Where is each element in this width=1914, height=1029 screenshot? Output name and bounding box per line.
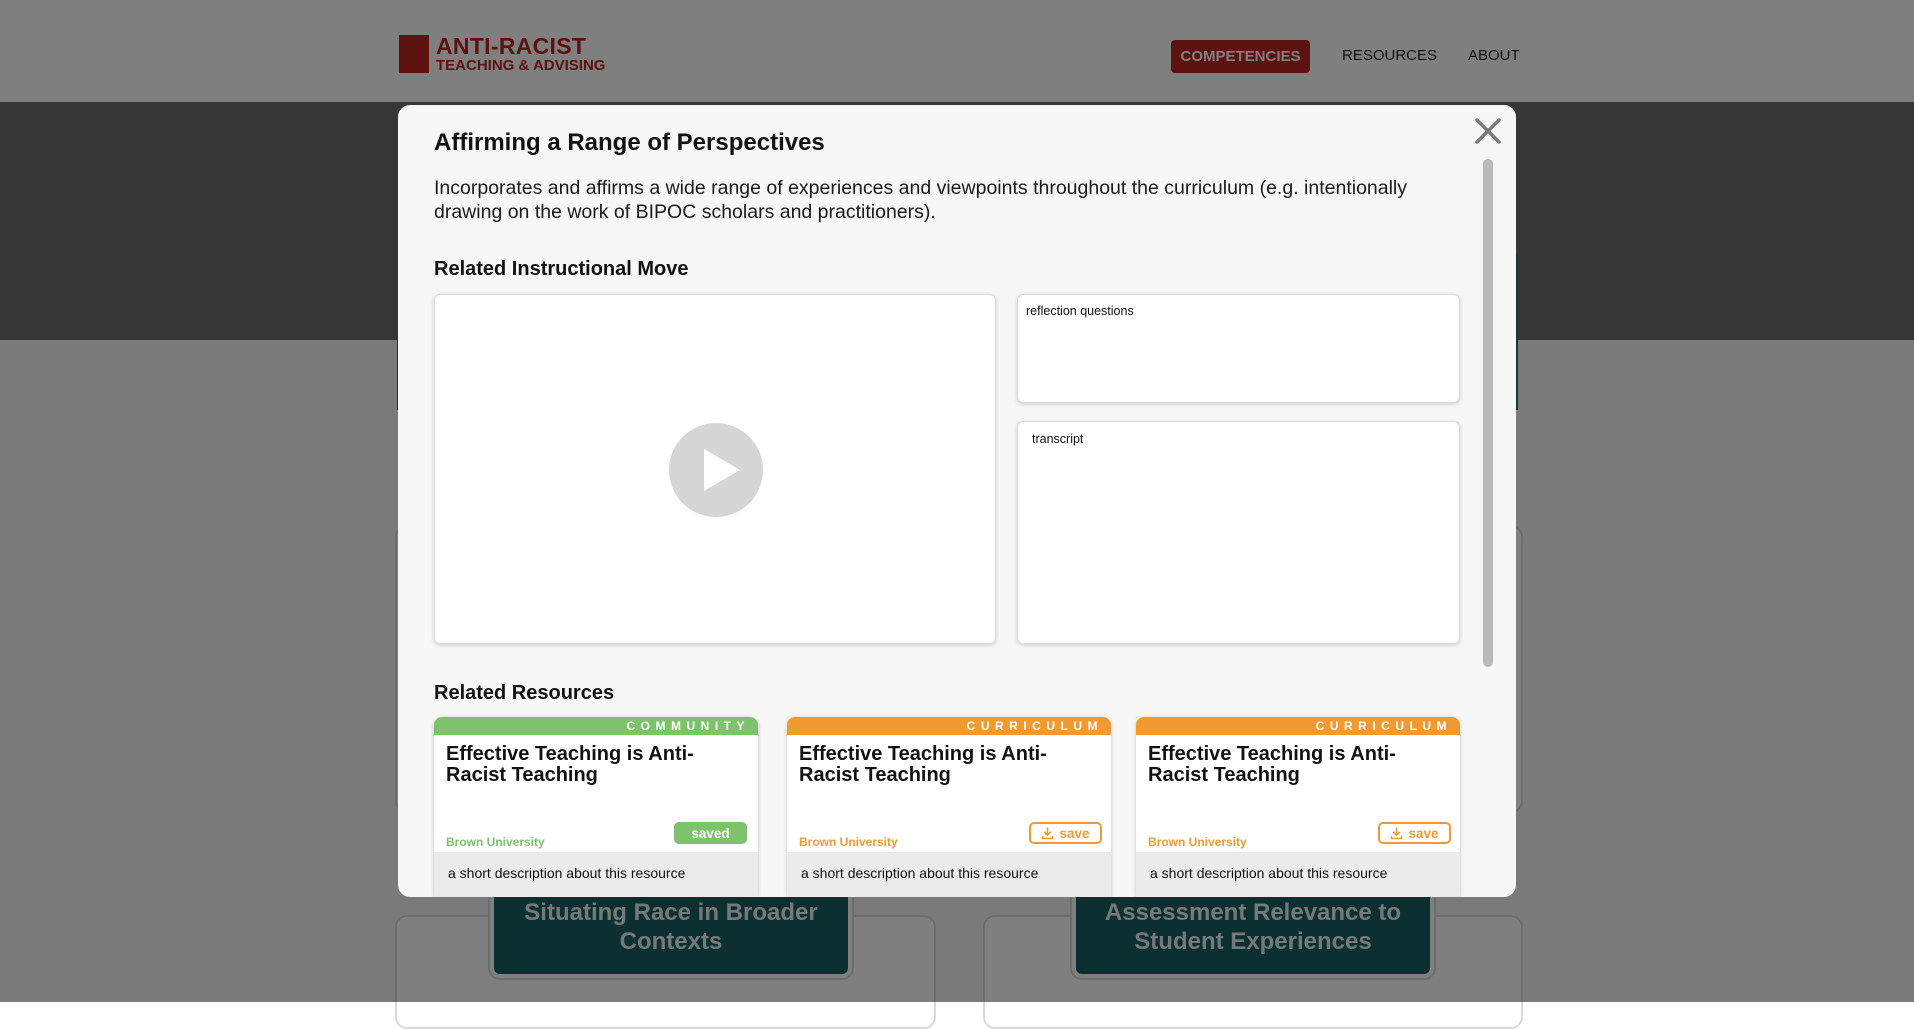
resource-organization: Brown University (446, 835, 545, 849)
category-label: COMMUNITY (626, 719, 750, 733)
competency-modal: Affirming a Range of Perspectives Incorp… (398, 105, 1516, 897)
category-band: CURRICULUM (1136, 717, 1460, 735)
scrollbar-thumb[interactable] (1483, 159, 1493, 667)
resource-title[interactable]: Effective Teaching is Anti-Racist Teachi… (1148, 744, 1448, 786)
reflection-questions-box[interactable]: reflection questions (1017, 294, 1460, 403)
resource-description: a short description about this resource (1150, 865, 1388, 881)
resource-title[interactable]: Effective Teaching is Anti-Racist Teachi… (446, 744, 746, 786)
save-button[interactable]: save (1029, 822, 1102, 844)
resource-footer: a short description about this resource (434, 852, 758, 897)
resource-card[interactable]: CURRICULUM Effective Teaching is Anti-Ra… (787, 717, 1111, 897)
save-label: save (1059, 825, 1090, 841)
transcript-box[interactable]: transcript (1017, 421, 1460, 644)
close-button[interactable] (1472, 115, 1504, 147)
resource-title[interactable]: Effective Teaching is Anti-Racist Teachi… (799, 744, 1099, 786)
resource-organization: Brown University (799, 835, 898, 849)
saved-button[interactable]: saved (674, 822, 747, 844)
resource-card[interactable]: CURRICULUM Effective Teaching is Anti-Ra… (1136, 717, 1460, 897)
resource-footer: a short description about this resource (787, 852, 1111, 897)
play-icon (704, 449, 740, 491)
category-label: CURRICULUM (1315, 719, 1452, 733)
instructional-move-heading: Related Instructional Move (434, 258, 689, 280)
saved-label: saved (691, 825, 730, 841)
category-band: CURRICULUM (787, 717, 1111, 735)
related-resources-heading: Related Resources (434, 682, 615, 704)
resource-card[interactable]: COMMUNITY Effective Teaching is Anti-Rac… (434, 717, 758, 897)
modal-description: Incorporates and affirms a wide range of… (434, 177, 1408, 223)
resource-organization: Brown University (1148, 835, 1247, 849)
save-button[interactable]: save (1378, 822, 1451, 844)
modal-title: Affirming a Range of Perspectives (434, 129, 825, 156)
transcript-label: transcript (1032, 432, 1084, 446)
category-band: COMMUNITY (434, 717, 758, 735)
play-button[interactable] (669, 423, 763, 517)
download-icon (1391, 826, 1403, 839)
resource-description: a short description about this resource (448, 865, 686, 881)
reflection-questions-label: reflection questions (1026, 304, 1134, 318)
category-label: CURRICULUM (966, 719, 1103, 733)
close-icon (1475, 118, 1501, 144)
resource-description: a short description about this resource (801, 865, 1039, 881)
video-player[interactable] (434, 294, 996, 644)
save-label: save (1408, 825, 1439, 841)
resource-footer: a short description about this resource (1136, 852, 1460, 897)
download-icon (1042, 826, 1054, 839)
